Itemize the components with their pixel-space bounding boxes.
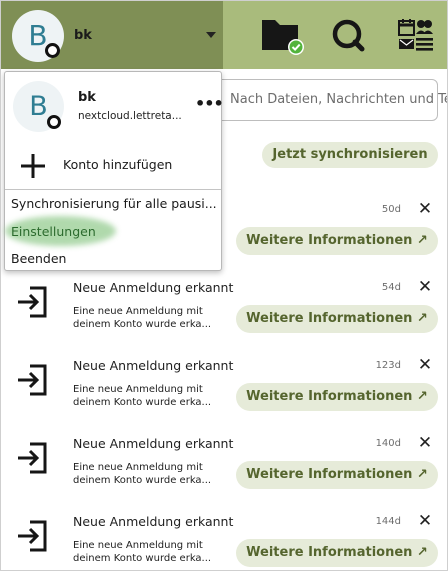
calendar-mail-icon[interactable] [395,14,437,56]
more-info-button[interactable]: Weitere Informationen ↗ [236,539,438,567]
activity-description: Eine neue Anmeldung mit deinem Konto wur… [73,462,212,486]
menu-item-settings[interactable]: Einstellungen [11,224,96,239]
list-item: Neue Anmeldung erkannt Eine neue Anmeldu… [1,505,447,570]
search-placeholder: Nach Dateien, Nachrichten und Termine ..… [230,92,447,107]
more-info-button[interactable]: Weitere Informationen ↗ [236,305,438,333]
search-icon[interactable] [327,14,369,56]
list-item: Neue Anmeldung erkannt Eine neue Anmeldu… [1,349,447,427]
activity-age: 144d [375,516,401,527]
activity-description: Eine neue Anmeldung mit deinem Konto wur… [73,540,212,564]
menu-item-pause-sync[interactable]: Synchronisierung für alle pausi... [11,196,217,211]
menu-item-quit[interactable]: Beenden [11,251,66,266]
close-icon[interactable]: ✕ [415,355,435,375]
status-offline-icon [47,115,61,129]
folder-sync-ok-icon[interactable] [259,14,304,56]
activity-title: Neue Anmeldung erkannt [73,514,234,529]
sync-now-button[interactable]: Jetzt synchronisieren [262,142,438,168]
list-item: Neue Anmeldung erkannt Eine neue Anmeldu… [1,271,447,349]
activity-age: 50d [381,204,401,215]
plus-icon[interactable] [19,152,47,180]
more-options-icon[interactable]: ••• [195,94,224,113]
login-icon [15,441,49,475]
activity-description: Eine neue Anmeldung mit deinem Konto wur… [73,306,212,330]
activity-title: Neue Anmeldung erkannt [73,436,234,451]
account-menu: B bk nextcloud.lettreta... ••• Konto hin… [4,71,224,271]
menu-account-name: bk [78,90,96,105]
list-item: Neue Anmeldung erkannt Eine neue Anmeldu… [1,427,447,505]
menu-item-add-account[interactable]: Konto hinzufügen [63,157,172,172]
activity-age: 54d [381,282,401,293]
more-info-button[interactable]: Weitere Informationen ↗ [236,383,438,411]
account-name: bk [74,28,92,43]
login-icon [15,285,49,319]
login-icon [15,363,49,397]
close-icon[interactable]: ✕ [415,277,435,297]
status-offline-icon [45,43,60,58]
more-info-button[interactable]: Weitere Informationen ↗ [236,461,438,489]
activity-title: Neue Anmeldung erkannt [73,280,234,295]
activity-description: Eine neue Anmeldung mit deinem Konto wur… [73,384,212,408]
header-bar: B bk [1,1,447,69]
menu-account-server: nextcloud.lettreta... [78,110,182,122]
more-info-button[interactable]: Weitere Informationen ↗ [236,227,438,255]
activity-window: B bk Nach Dateien, Nachrichten und T Jet… [0,0,448,571]
search-input[interactable]: Nach Dateien, Nachrichten und Termine ..… [201,79,447,121]
close-icon[interactable]: ✕ [415,199,435,219]
activity-age: 123d [375,360,401,371]
login-icon [15,519,49,553]
close-icon[interactable]: ✕ [415,433,435,453]
activity-title: Neue Anmeldung erkannt [73,358,234,373]
close-icon[interactable]: ✕ [415,511,435,531]
chevron-down-icon [206,32,216,38]
activity-age: 140d [375,438,401,449]
account-switcher-button[interactable]: B bk [1,1,223,69]
menu-divider [5,189,221,190]
